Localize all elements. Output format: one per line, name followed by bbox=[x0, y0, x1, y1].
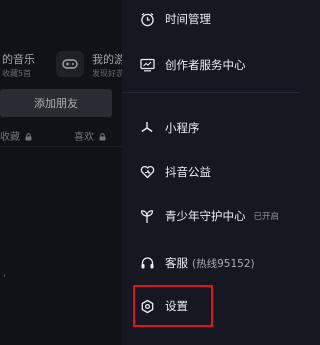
menu-divider bbox=[122, 92, 300, 93]
menu-label-youth-guardian: 青少年守护中心 bbox=[165, 209, 246, 223]
tab-likes[interactable]: 喜欢 bbox=[74, 128, 106, 143]
tab-divider bbox=[0, 146, 122, 147]
menu-label-customer-service: 客服 bbox=[165, 256, 188, 270]
menu-item-mini-programs[interactable]: 小程序 bbox=[138, 117, 200, 139]
headset-icon bbox=[138, 254, 156, 272]
heart-icon bbox=[138, 163, 156, 181]
lock-icon bbox=[99, 133, 106, 141]
gamepad-icon[interactable] bbox=[56, 51, 84, 77]
menu-label-mini-programs: 小程序 bbox=[165, 121, 200, 135]
monitor-icon bbox=[138, 56, 156, 74]
my-games-title[interactable]: 我的游 bbox=[92, 51, 125, 67]
screen: 的音乐 收藏5首 我的游 发现好游 添加朋友 收藏 喜欢 , 时间管理 创作者服… bbox=[0, 0, 300, 345]
tab-favorites[interactable]: 收藏 bbox=[0, 128, 32, 143]
my-games-subtitle: 发现好游 bbox=[92, 69, 124, 78]
add-friend-button[interactable]: 添加朋友 bbox=[0, 89, 112, 117]
tab-favorites-label: 收藏 bbox=[0, 132, 20, 143]
my-music-title[interactable]: 的音乐 bbox=[2, 51, 35, 67]
menu-item-youth-guardian[interactable]: 青少年守护中心 已开启 bbox=[138, 205, 279, 227]
lock-icon bbox=[25, 133, 32, 141]
tab-likes-label: 喜欢 bbox=[74, 132, 94, 143]
menu-label-creator-center: 创作者服务中心 bbox=[165, 58, 246, 72]
menu-label-time-management: 时间管理 bbox=[165, 12, 211, 26]
menu-label-public-welfare: 抖音公益 bbox=[165, 165, 211, 179]
youth-guardian-status: 已开启 bbox=[253, 212, 280, 222]
sprout-icon bbox=[138, 207, 156, 225]
my-music-subtitle: 收藏5首 bbox=[2, 69, 32, 78]
menu-item-creator-center[interactable]: 创作者服务中心 bbox=[138, 54, 246, 76]
clock-icon bbox=[138, 10, 156, 28]
side-drawer-menu: 时间管理 创作者服务中心 小程序 抖音公益 青少年守护中心 已开启 客服 (热线… bbox=[122, 0, 300, 345]
content-fragment: , bbox=[3, 268, 7, 279]
menu-item-customer-service[interactable]: 客服 (热线95152) bbox=[138, 252, 255, 274]
asterisk-icon bbox=[138, 119, 156, 137]
profile-background: 的音乐 收藏5首 我的游 发现好游 添加朋友 收藏 喜欢 , bbox=[0, 0, 125, 345]
customer-service-hotline: (热线95152) bbox=[192, 257, 255, 270]
settings-highlight-box bbox=[133, 285, 213, 327]
menu-item-public-welfare[interactable]: 抖音公益 bbox=[138, 161, 211, 183]
menu-item-time-management[interactable]: 时间管理 bbox=[138, 8, 211, 30]
